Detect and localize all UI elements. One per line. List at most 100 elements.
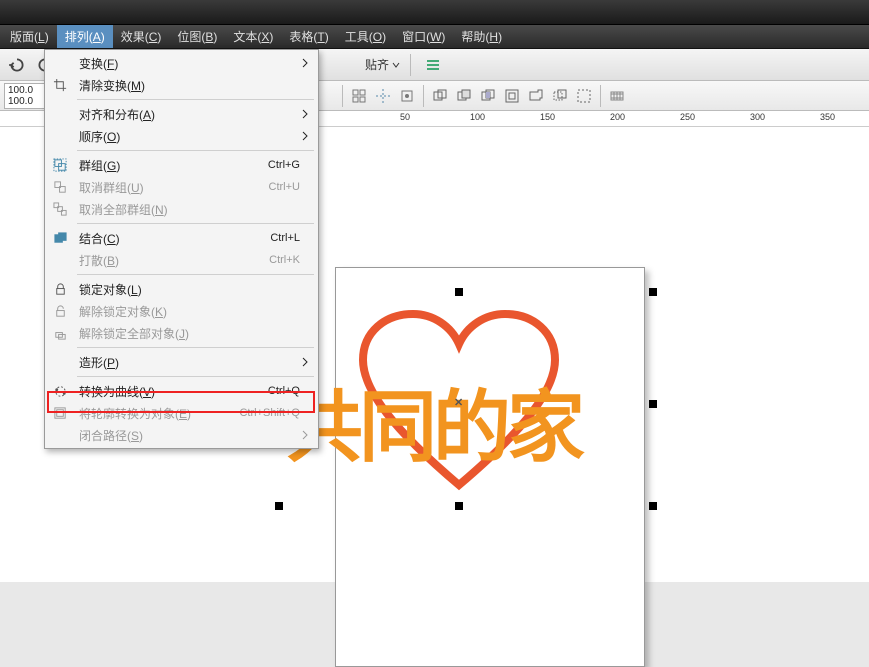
ruler-tick: 300 (750, 112, 765, 122)
menu-item[interactable]: 锁定对象(L) (47, 278, 316, 300)
menu-separator (77, 223, 314, 224)
weld-icon[interactable] (428, 84, 452, 108)
menu-item[interactable]: 造形(P) (47, 351, 316, 373)
back-minus-icon[interactable] (548, 84, 572, 108)
undo-button[interactable] (8, 56, 26, 74)
handle-sw[interactable] (275, 502, 283, 510)
menu-label: 打散(B) (79, 252, 269, 269)
menu-bar: 版面(L)排列(A)效果(C)位图(B)文本(X)表格(T)工具(O)窗口(W)… (0, 25, 869, 49)
ruler-tick: 250 (680, 112, 695, 122)
ungroupall-icon (49, 202, 71, 217)
menu-item[interactable]: 对齐和分布(A) (47, 103, 316, 125)
menubar-H[interactable]: 帮助(H) (453, 25, 510, 48)
group-icon (49, 158, 71, 173)
menu-label: 清除变换(M) (79, 77, 300, 94)
menubar-O[interactable]: 工具(O) (337, 25, 394, 48)
unlock-icon (49, 304, 71, 319)
separator (342, 85, 343, 107)
menu-separator (77, 150, 314, 151)
snap-object-icon[interactable] (395, 84, 419, 108)
crop-icon (49, 78, 71, 93)
submenu-arrow-icon (300, 357, 310, 367)
artistic-text: 共同的家 (285, 365, 581, 477)
coord-y: 100.0 (8, 96, 42, 107)
menu-item: 闭合路径(S) (47, 424, 316, 446)
center-marker: ✕ (454, 396, 463, 409)
menu-shortcut: Ctrl+K (269, 254, 300, 266)
snap-grid-icon[interactable] (347, 84, 371, 108)
shape-ops (428, 84, 596, 108)
film-icon[interactable] (605, 84, 629, 108)
menu-item: 打散(B)Ctrl+K (47, 249, 316, 271)
title-bar (0, 0, 869, 25)
menubar-X[interactable]: 文本(X) (225, 25, 281, 48)
menubar-L[interactable]: 版面(L) (2, 25, 57, 48)
combine-icon (49, 231, 71, 246)
ruler-tick: 200 (610, 112, 625, 122)
front-minus-icon[interactable] (524, 84, 548, 108)
menu-label: 顺序(O) (79, 128, 300, 145)
handle-e[interactable] (649, 400, 657, 408)
arrange-menu: 变换(F) 清除变换(M) 对齐和分布(A) 顺序(O) 群组(G)Ctrl+G 取消群组… (44, 49, 319, 449)
boundary-icon[interactable] (572, 84, 596, 108)
handle-n[interactable] (455, 288, 463, 296)
menu-label: 锁定对象(L) (79, 281, 300, 298)
menu-label: 变换(F) (79, 55, 300, 72)
menu-item[interactable]: 结合(C)Ctrl+L (47, 227, 316, 249)
menu-item[interactable]: 转换为曲线(V)Ctrl+Q (47, 380, 316, 402)
menu-shortcut: Ctrl+Shift+Q (239, 407, 300, 419)
outline-icon (49, 406, 71, 421)
menu-label: 取消群组(U) (79, 179, 269, 196)
intersect-icon[interactable] (476, 84, 500, 108)
separator (410, 54, 411, 76)
menu-label: 群组(G) (79, 157, 268, 174)
menu-label: 转换为曲线(V) (79, 383, 268, 400)
menubar-B[interactable]: 位图(B) (169, 25, 225, 48)
menu-label: 解除锁定对象(K) (79, 303, 300, 320)
menu-label: 造形(P) (79, 354, 300, 371)
ruler-tick: 350 (820, 112, 835, 122)
ruler-tick: 50 (400, 112, 410, 122)
coordinates-box[interactable]: 100.0 100.0 (4, 83, 46, 109)
trim-icon[interactable] (452, 84, 476, 108)
menu-item: 解除锁定对象(K) (47, 300, 316, 322)
handle-s[interactable] (455, 502, 463, 510)
submenu-arrow-icon (300, 58, 310, 68)
handle-se[interactable] (649, 502, 657, 510)
menu-item: 取消全部群组(N) (47, 198, 316, 220)
unlockall-icon (49, 326, 71, 341)
menu-separator (77, 347, 314, 348)
simplify-icon[interactable] (500, 84, 524, 108)
menu-item[interactable]: 清除变换(M) (47, 74, 316, 96)
menubar-T[interactable]: 表格(T) (281, 25, 336, 48)
snap-icons (347, 84, 419, 108)
menubar-C[interactable]: 效果(C) (113, 25, 170, 48)
snap-guide-icon[interactable] (371, 84, 395, 108)
coord-x: 100.0 (8, 85, 42, 96)
menu-item[interactable]: 变换(F) (47, 52, 316, 74)
submenu-arrow-icon (300, 131, 310, 141)
separator (423, 85, 424, 107)
menu-shortcut: Ctrl+G (268, 159, 300, 171)
menu-item[interactable]: 群组(G)Ctrl+G (47, 154, 316, 176)
ruler-tick: 150 (540, 112, 555, 122)
submenu-arrow-icon (300, 109, 310, 119)
options-icon[interactable] (421, 53, 445, 77)
menu-shortcut: Ctrl+L (270, 232, 300, 244)
curve-icon (49, 384, 71, 399)
menubar-W[interactable]: 窗口(W) (394, 25, 453, 48)
menu-shortcut: Ctrl+Q (268, 385, 300, 397)
separator (600, 85, 601, 107)
menu-label: 解除锁定全部对象(J) (79, 325, 300, 342)
menu-item: 将轮廓转换为对象(E)Ctrl+Shift+Q (47, 402, 316, 424)
menu-item[interactable]: 顺序(O) (47, 125, 316, 147)
menu-label: 结合(C) (79, 230, 270, 247)
snap-dropdown[interactable]: 贴齐 (365, 56, 400, 73)
snap-label: 贴齐 (365, 56, 389, 73)
handle-ne[interactable] (649, 288, 657, 296)
menu-label: 闭合路径(S) (79, 427, 300, 444)
menubar-A[interactable]: 排列(A) (57, 25, 113, 48)
ruler-tick: 100 (470, 112, 485, 122)
menu-separator (77, 99, 314, 100)
submenu-arrow-icon (300, 430, 310, 440)
